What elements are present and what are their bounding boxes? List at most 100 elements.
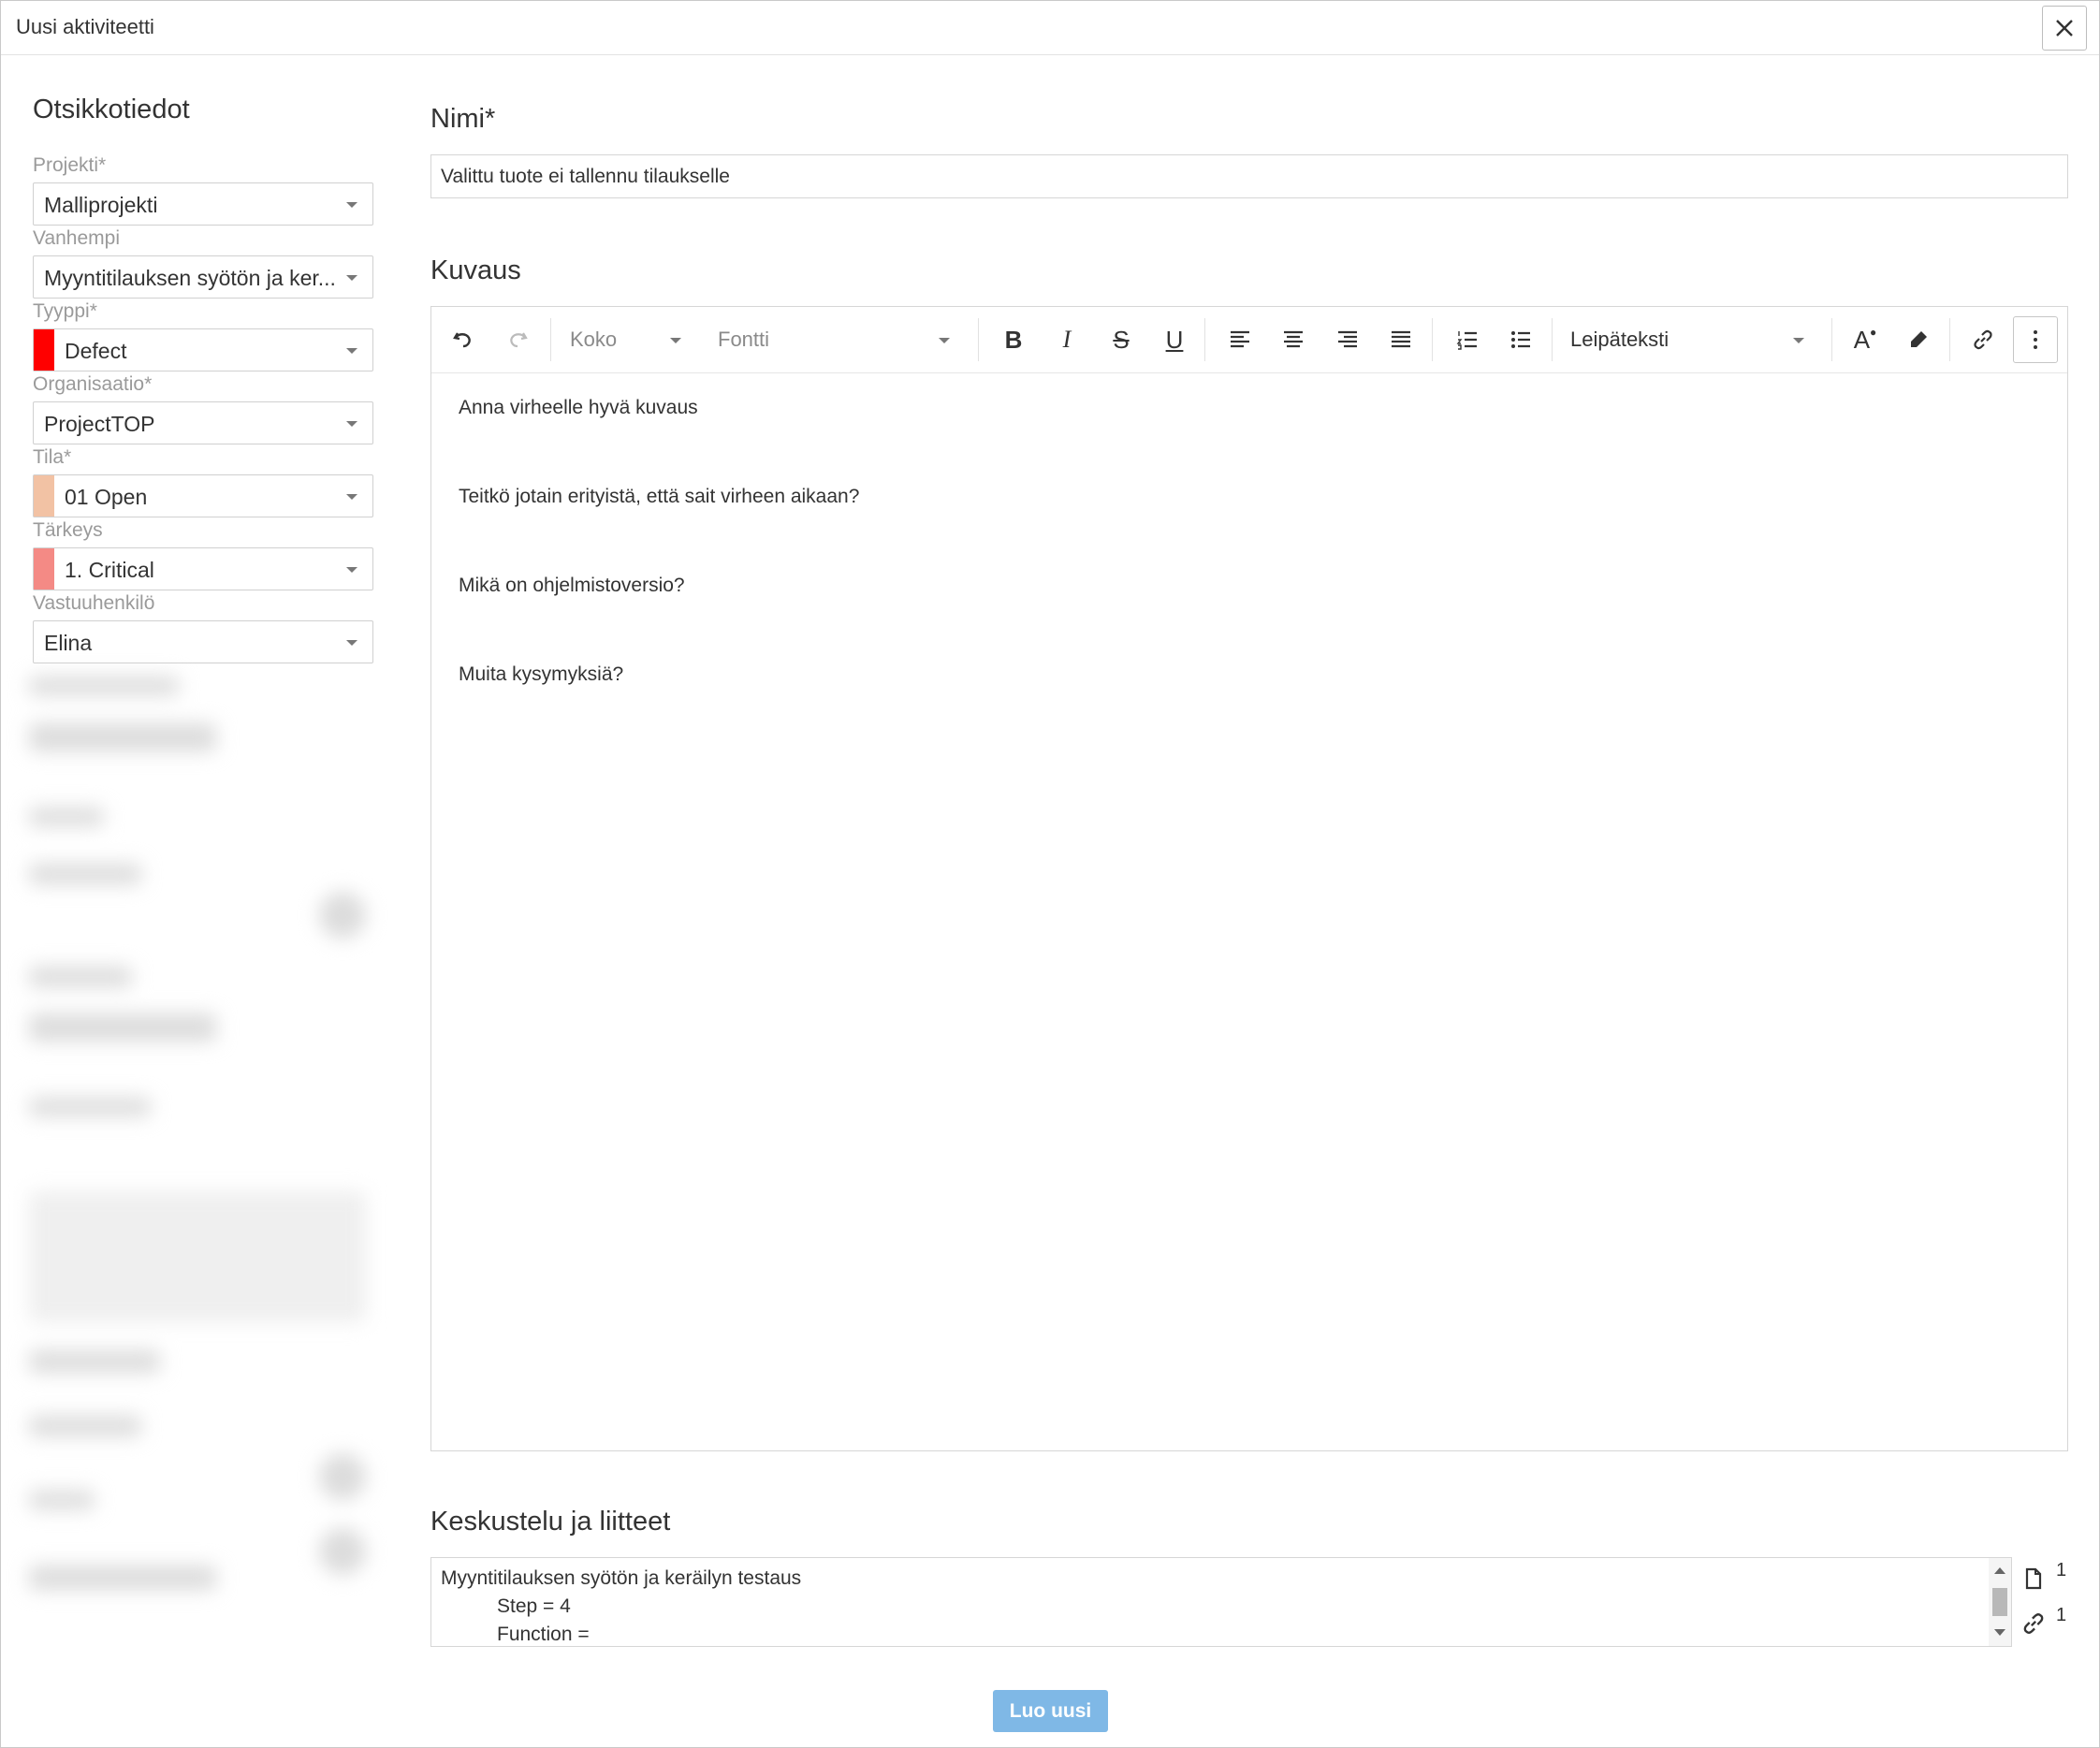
status-label: Tila* (33, 446, 72, 468)
link-button[interactable] (1962, 319, 2004, 360)
undo-button[interactable] (443, 319, 484, 360)
chevron-down-icon (346, 421, 357, 427)
status-color-swatch (34, 475, 54, 517)
ordered-list-button[interactable] (1447, 319, 1488, 360)
font-family-select[interactable]: Fontti (718, 328, 769, 352)
toolbar-separator (1552, 318, 1553, 361)
project-value: Malliprojekti (44, 193, 158, 217)
toolbar-separator (978, 318, 979, 361)
undo-icon (453, 332, 471, 348)
chevron-down-icon (670, 338, 681, 343)
project-label: Projekti* (33, 154, 107, 176)
font-size-select[interactable]: Koko (570, 328, 617, 352)
scroll-down-arrow-icon[interactable] (1994, 1629, 2005, 1636)
link-icon[interactable] (2020, 1610, 2047, 1637)
editor-paragraph: Anna virheelle hyvä kuvaus (459, 397, 698, 418)
toolbar-separator (1831, 318, 1832, 361)
chevron-down-icon (346, 348, 357, 354)
bullet-list-button[interactable] (1500, 319, 1541, 360)
parent-label: Vanhempi (33, 227, 121, 249)
more-vertical-icon (2034, 330, 2037, 349)
text-color-indicator: ● (1870, 326, 1877, 339)
align-center-button[interactable] (1273, 319, 1314, 360)
editor-paragraph: Mikä on ohjelmistoversio? (459, 575, 685, 596)
project-select[interactable]: Malliprojekti (33, 182, 373, 226)
discussion-line: Step = 4 (497, 1595, 571, 1617)
editor-paragraph: Teitkö jotain erityistä, että sait virhe… (459, 486, 860, 507)
attachment-file-icon[interactable] (2020, 1566, 2047, 1592)
dialog-titlebar: Uusi aktiviteetti (1, 1, 2099, 55)
text-color-button[interactable]: A ● (1845, 319, 1886, 360)
bold-button[interactable]: B (993, 319, 1034, 360)
editor-paragraph: Muita kysymyksiä? (459, 663, 624, 685)
strikethrough-button[interactable]: S (1101, 319, 1142, 360)
justify-icon (1392, 330, 1410, 348)
text-color-icon: A (1853, 325, 1871, 354)
editor-toolbar: Koko Fontti B I S U Leipäteksti A ● (431, 307, 2067, 373)
scroll-up-arrow-icon[interactable] (1994, 1567, 2005, 1574)
toolbar-separator (550, 318, 551, 361)
dialog-title: Uusi aktiviteetti (16, 15, 154, 38)
link-icon (1974, 329, 1992, 350)
close-icon (2056, 20, 2073, 36)
organisation-value: ProjectTOP (44, 412, 155, 436)
priority-select[interactable]: 1. Critical (33, 547, 373, 590)
marker-icon (1911, 331, 1927, 347)
link-count: 1 (2056, 1605, 2067, 1625)
more-options-button[interactable] (2013, 316, 2058, 363)
paragraph-style-select[interactable]: Leipäteksti (1570, 328, 1669, 352)
discussion-scrollbar[interactable] (1989, 1558, 2011, 1646)
align-left-button[interactable] (1219, 319, 1261, 360)
name-value: Valittu tuote ei tallennu tilaukselle (441, 166, 730, 187)
parent-select[interactable]: Myyntitilauksen syötön ja ker... (33, 255, 373, 299)
chevron-down-icon (346, 275, 357, 281)
align-left-icon (1231, 330, 1249, 348)
header-info-heading: Otsikkotiedot (33, 95, 190, 124)
align-right-icon (1338, 330, 1357, 348)
chevron-down-icon (346, 567, 357, 573)
toolbar-separator (1949, 318, 1950, 361)
organisation-select[interactable]: ProjectTOP (33, 401, 373, 444)
new-activity-dialog: Uusi aktiviteetti Otsikkotiedot Projekti… (0, 0, 2100, 1748)
bullet-list-icon (1511, 331, 1530, 348)
type-color-swatch (34, 329, 54, 371)
scroll-thumb[interactable] (1992, 1588, 2007, 1616)
close-button[interactable] (2042, 6, 2087, 51)
chevron-down-icon (346, 494, 357, 500)
description-heading: Kuvaus (430, 255, 521, 285)
italic-button[interactable]: I (1046, 319, 1087, 360)
parent-value: Myyntitilauksen syötön ja ker... (44, 266, 336, 290)
toolbar-separator (1432, 318, 1433, 361)
priority-color-swatch (34, 548, 54, 590)
ordered-list-icon (1456, 331, 1477, 350)
status-select[interactable]: 01 Open (33, 474, 373, 517)
align-right-button[interactable] (1327, 319, 1368, 360)
redo-icon (510, 332, 528, 348)
type-select[interactable]: Defect (33, 328, 373, 371)
status-value: 01 Open (65, 485, 148, 509)
create-new-button[interactable]: Luo uusi (993, 1690, 1108, 1732)
chevron-down-icon (346, 640, 357, 646)
attachment-count: 1 (2056, 1560, 2067, 1580)
priority-value: 1. Critical (65, 558, 154, 582)
blurred-fields-area (20, 667, 403, 1668)
name-heading: Nimi* (430, 104, 496, 134)
justify-button[interactable] (1380, 319, 1422, 360)
description-editor[interactable]: Koko Fontti B I S U Leipäteksti A ● Anna… (430, 306, 2068, 1451)
discussion-line: Myyntitilauksen syötön ja keräilyn testa… (441, 1567, 802, 1589)
chevron-down-icon (939, 338, 950, 343)
redo-button[interactable] (497, 319, 538, 360)
priority-label: Tärkeys (33, 519, 103, 541)
discussion-line: Function = (497, 1624, 590, 1645)
toolbar-separator (1204, 318, 1205, 361)
underline-button[interactable]: U (1154, 319, 1195, 360)
discussion-box[interactable]: Myyntitilauksen syötön ja keräilyn testa… (430, 1557, 2012, 1647)
responsible-select[interactable]: Elina (33, 620, 373, 663)
highlight-button[interactable] (1898, 319, 1939, 360)
editor-content[interactable]: Anna virheelle hyvä kuvaus Teitkö jotain… (459, 397, 859, 752)
header-info-panel: Otsikkotiedot (33, 95, 375, 125)
responsible-label: Vastuuhenkilö (33, 592, 155, 614)
align-center-icon (1284, 330, 1303, 348)
chevron-down-icon (346, 202, 357, 208)
name-input[interactable]: Valittu tuote ei tallennu tilaukselle (430, 154, 2068, 198)
